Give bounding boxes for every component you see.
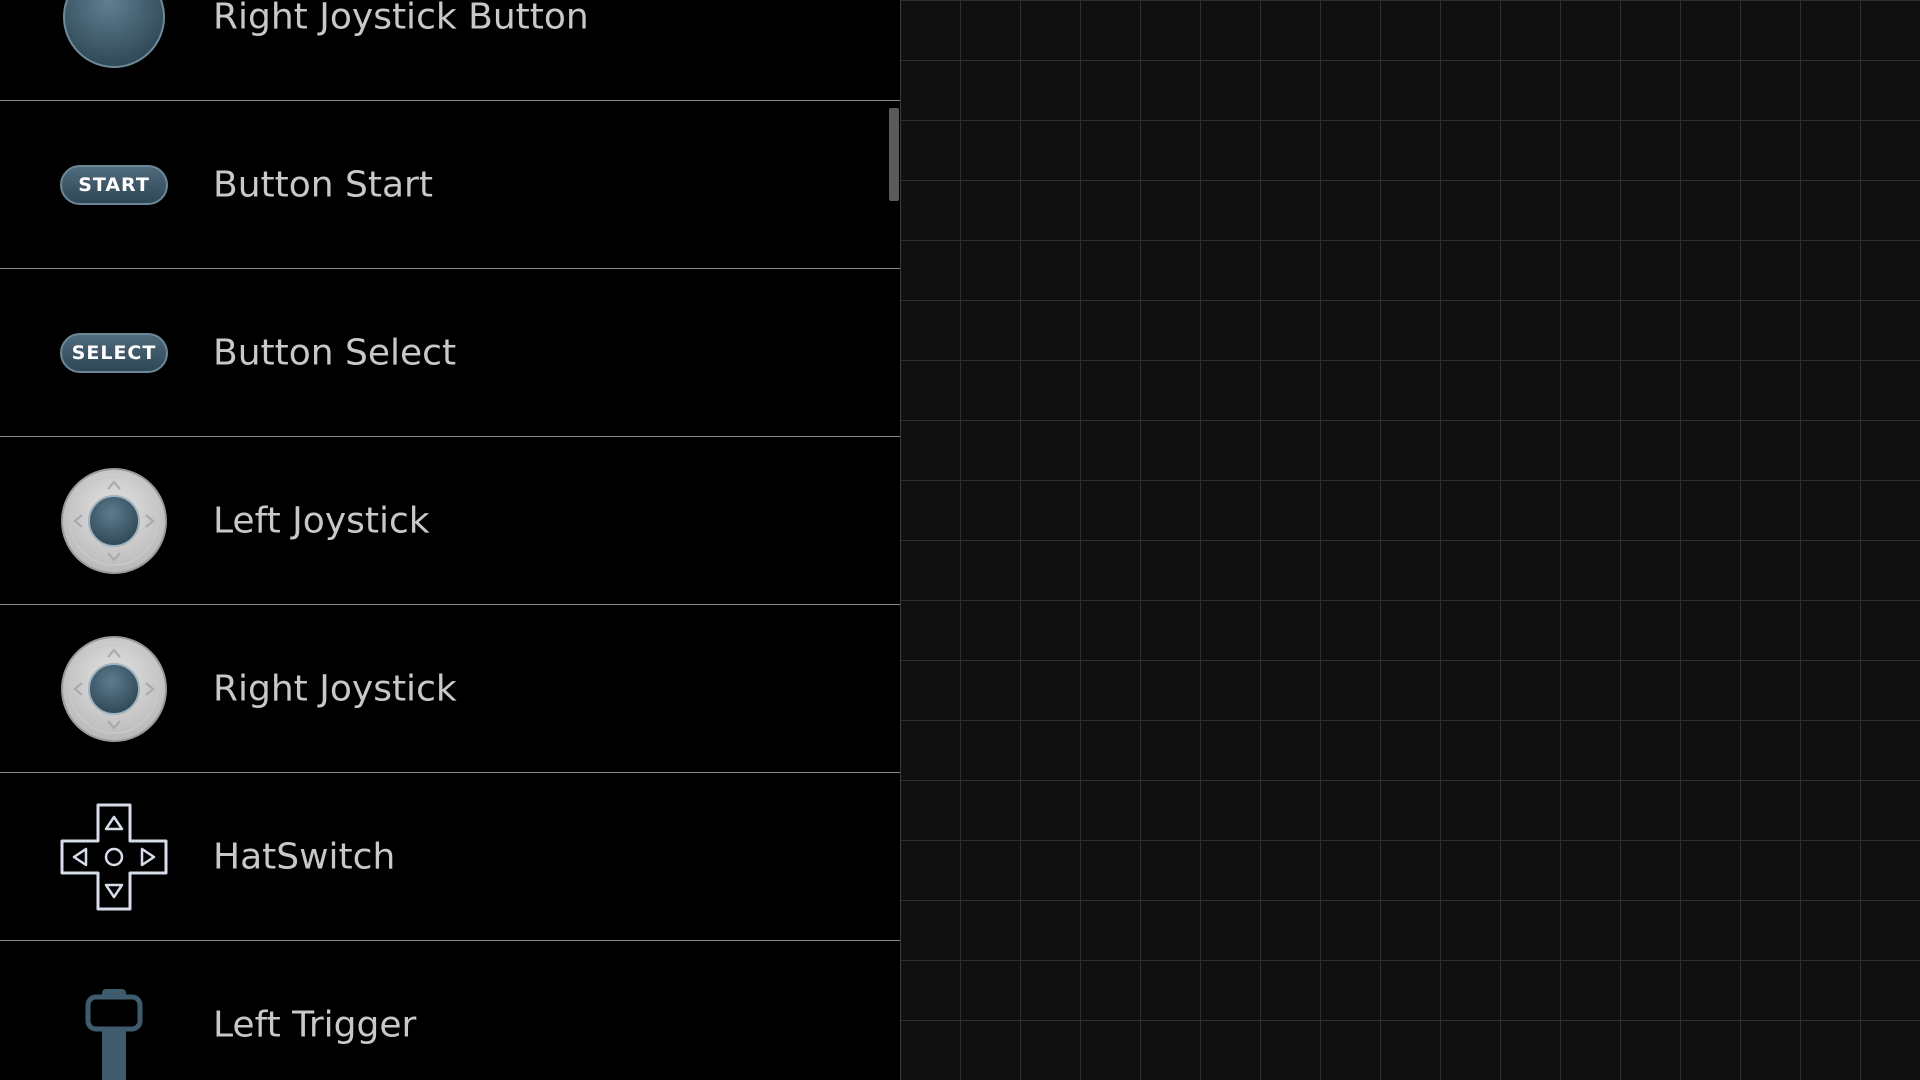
list-scrollbar[interactable] <box>889 108 899 201</box>
control-list-panel[interactable]: Right Joystick Button START Button Start… <box>0 0 900 1080</box>
dpad-icon <box>60 803 168 911</box>
list-item-right-joystick-button[interactable]: Right Joystick Button <box>0 0 900 101</box>
control-label: Left Trigger <box>213 1004 417 1045</box>
select-button-icon: SELECT <box>60 299 168 407</box>
control-label: Left Joystick <box>213 500 430 541</box>
control-list: Right Joystick Button START Button Start… <box>0 0 900 1080</box>
gamepad-layout-editor: Right Joystick Button START Button Start… <box>0 0 1920 1080</box>
list-item-hatswitch[interactable]: HatSwitch <box>0 773 900 941</box>
list-item-left-joystick[interactable]: Left Joystick <box>0 437 900 605</box>
control-label: Right Joystick <box>213 668 457 709</box>
list-item-right-joystick[interactable]: Right Joystick <box>0 605 900 773</box>
joystick-button-icon <box>60 0 168 71</box>
control-label: Button Select <box>213 332 457 373</box>
start-pill-text: START <box>60 164 168 205</box>
list-item-left-trigger[interactable]: Left Trigger <box>0 941 900 1080</box>
list-item-button-select[interactable]: SELECT Button Select <box>0 269 900 437</box>
layout-grid-canvas[interactable] <box>901 0 1920 1080</box>
control-label: Right Joystick Button <box>213 0 589 37</box>
joystick-icon <box>60 635 168 743</box>
joystick-icon <box>60 467 168 575</box>
select-pill-text: SELECT <box>60 332 168 373</box>
list-item-button-start[interactable]: START Button Start <box>0 101 900 269</box>
start-button-icon: START <box>60 131 168 239</box>
control-label: HatSwitch <box>213 836 396 877</box>
trigger-icon <box>60 971 168 1080</box>
control-label: Button Start <box>213 164 433 205</box>
